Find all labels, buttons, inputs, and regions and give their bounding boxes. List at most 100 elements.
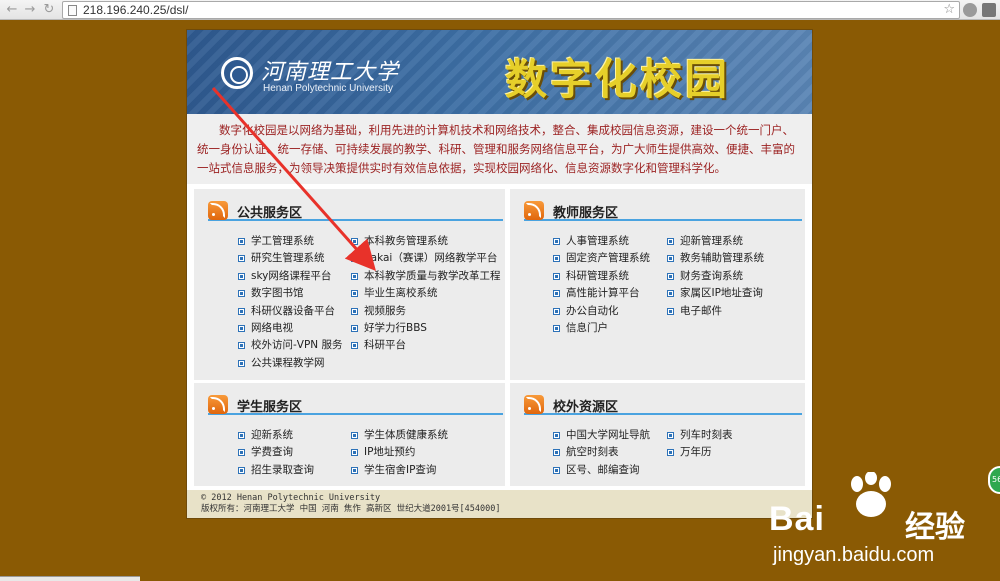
service-link-label[interactable]: 万年历 <box>680 446 712 458</box>
service-link[interactable]: 家属区IP地址查询 <box>667 285 764 302</box>
extension-icon[interactable] <box>963 3 977 17</box>
service-link[interactable]: 办公自动化 <box>553 303 650 320</box>
service-link-label[interactable]: 视频服务 <box>364 305 406 317</box>
link-column: 学生体质健康系统 IP地址预约学生宿舍IP查询 <box>351 427 448 479</box>
service-link[interactable]: 电子邮件 <box>667 303 764 320</box>
service-link[interactable]: 财务查询系统 <box>667 268 764 285</box>
service-link-label[interactable]: 学生体质健康系统 <box>364 429 448 441</box>
service-link-label[interactable]: 好学力行BBS <box>364 322 427 334</box>
service-link-label[interactable]: 电子邮件 <box>680 305 722 317</box>
service-link[interactable]: 学生宿舍IP查询 <box>351 462 448 479</box>
bullet-icon <box>238 449 245 457</box>
service-link[interactable]: 信息门户 <box>553 320 650 337</box>
service-link-label[interactable]: 财务查询系统 <box>680 270 743 282</box>
service-link-label[interactable]: 办公自动化 <box>566 305 619 317</box>
service-link-label[interactable]: 区号、邮编查询 <box>566 464 640 476</box>
service-link[interactable]: 学工管理系统 <box>238 233 343 250</box>
address-line: 版权所有：河南理工大学 中国 河南 焦作 高新区 世纪大道2001号[45400… <box>201 504 501 514</box>
bullet-icon <box>553 272 560 280</box>
service-link[interactable]: 科研仪器设备平台 <box>238 303 343 320</box>
service-link-label[interactable]: 固定资产管理系统 <box>566 252 650 264</box>
service-link[interactable]: 好学力行BBS <box>351 320 501 337</box>
service-link-label[interactable]: 航空时刻表 <box>566 446 619 458</box>
rss-icon <box>524 395 544 414</box>
forward-arrow-icon[interactable]: → <box>22 2 38 18</box>
footer: © 2012 Henan Polytechnic University 版权所有… <box>187 490 812 518</box>
service-link[interactable]: 公共课程教学网 <box>238 355 343 372</box>
service-link-label[interactable]: 科研平台 <box>364 339 406 351</box>
bullet-icon <box>351 272 358 280</box>
service-link[interactable]: 教务辅助管理系统 <box>667 250 764 267</box>
service-link-label[interactable]: 本科教务管理系统 <box>364 235 448 247</box>
service-link[interactable]: 人事管理系统 <box>553 233 650 250</box>
service-link[interactable]: IP地址预约 <box>351 444 448 461</box>
link-column: 迎新管理系统教务辅助管理系统 财务查询系统家属区IP地址查询 电子邮件 <box>667 233 764 320</box>
service-link-label[interactable]: 学费查询 <box>251 446 293 458</box>
service-link[interactable]: 毕业生离校系统 <box>351 285 501 302</box>
intro-text: 数字化校园是以网络为基础，利用先进的计算机技术和网络技术，整合、集成校园信息资源… <box>187 114 812 184</box>
service-link[interactable]: 中国大学网址导航 <box>553 427 650 444</box>
service-link[interactable]: sky网络课程平台 <box>238 268 343 285</box>
service-link[interactable]: 固定资产管理系统 <box>553 250 650 267</box>
service-link-label[interactable]: Sakai（赛课）网络教学平台 <box>364 252 497 264</box>
reload-icon[interactable]: ↻ <box>41 2 57 18</box>
paw-icon <box>851 472 891 517</box>
service-link-label[interactable]: 科研仪器设备平台 <box>251 305 335 317</box>
service-link[interactable]: 学生体质健康系统 <box>351 427 448 444</box>
service-link-label[interactable]: 毕业生离校系统 <box>364 287 438 299</box>
service-link[interactable]: 迎新系统 <box>238 427 314 444</box>
service-link[interactable]: 本科教务管理系统 <box>351 233 501 250</box>
link-column: 本科教务管理系统 Sakai（赛课）网络教学平台 本科教学质量与教学改革工程 毕业生离… <box>351 233 501 355</box>
service-link[interactable]: 学费查询 <box>238 444 314 461</box>
service-link-label[interactable]: 数字图书馆 <box>251 287 304 299</box>
address-bar[interactable]: 218.196.240.25/dsl/ ☆ <box>62 1 960 19</box>
service-link[interactable]: 校外访问-VPN 服务 <box>238 337 343 354</box>
bullet-icon <box>667 238 674 245</box>
service-link-label[interactable]: 学生宿舍IP查询 <box>364 464 436 476</box>
service-link-label[interactable]: 科研管理系统 <box>566 270 629 282</box>
service-link[interactable]: 迎新管理系统 <box>667 233 764 250</box>
bullet-icon <box>351 238 358 245</box>
section-header: 教师服务区 <box>524 201 802 221</box>
service-link-label[interactable]: 高性能计算平台 <box>566 287 640 299</box>
service-link[interactable]: 科研管理系统 <box>553 268 650 285</box>
service-link-label[interactable]: 学工管理系统 <box>251 235 314 247</box>
service-link-label[interactable]: 校外访问-VPN 服务 <box>251 339 343 351</box>
service-link-label[interactable]: 列车时刻表 <box>680 429 733 441</box>
service-link[interactable]: 列车时刻表 <box>667 427 733 444</box>
service-link-label[interactable]: 家属区IP地址查询 <box>680 287 763 299</box>
link-column: 中国大学网址导航 航空时刻表区号、邮编查询 <box>553 427 650 479</box>
service-link-label[interactable]: 教务辅助管理系统 <box>680 252 764 264</box>
service-link-label[interactable]: 人事管理系统 <box>566 235 629 247</box>
service-link-label[interactable]: 研究生管理系统 <box>251 252 325 264</box>
address-text[interactable]: 218.196.240.25/dsl/ <box>83 3 188 18</box>
service-link-label[interactable]: 网络电视 <box>251 322 293 334</box>
menu-icon[interactable] <box>982 3 996 17</box>
bullet-icon <box>238 342 245 350</box>
service-link-label[interactable]: 迎新管理系统 <box>680 235 743 247</box>
service-link[interactable]: 视频服务 <box>351 303 501 320</box>
back-arrow-icon[interactable]: ← <box>4 2 20 18</box>
service-link-label[interactable]: 招生录取查询 <box>251 464 314 476</box>
service-link-label[interactable]: IP地址预约 <box>364 446 415 458</box>
service-link[interactable]: 高性能计算平台 <box>553 285 650 302</box>
service-link[interactable]: 航空时刻表 <box>553 444 650 461</box>
service-link[interactable]: 科研平台 <box>351 337 501 354</box>
bullet-icon <box>667 290 674 298</box>
section-header: 校外资源区 <box>524 395 802 415</box>
service-link[interactable]: 招生录取查询 <box>238 462 314 479</box>
bookmark-star-icon[interactable]: ☆ <box>943 2 955 17</box>
service-link-label[interactable]: 本科教学质量与教学改革工程 <box>364 270 501 282</box>
service-link-label[interactable]: 信息门户 <box>566 322 608 334</box>
service-link[interactable]: 本科教学质量与教学改革工程 <box>351 268 501 285</box>
service-link[interactable]: 网络电视 <box>238 320 343 337</box>
service-link-label[interactable]: 中国大学网址导航 <box>566 429 650 441</box>
service-link[interactable]: Sakai（赛课）网络教学平台 <box>351 250 501 267</box>
service-link-label[interactable]: 迎新系统 <box>251 429 293 441</box>
service-link-label[interactable]: sky网络课程平台 <box>251 270 331 282</box>
service-link-label[interactable]: 公共课程教学网 <box>251 357 325 369</box>
service-link[interactable]: 区号、邮编查询 <box>553 462 650 479</box>
service-link[interactable]: 研究生管理系统 <box>238 250 343 267</box>
service-link[interactable]: 万年历 <box>667 444 733 461</box>
service-link[interactable]: 数字图书馆 <box>238 285 343 302</box>
